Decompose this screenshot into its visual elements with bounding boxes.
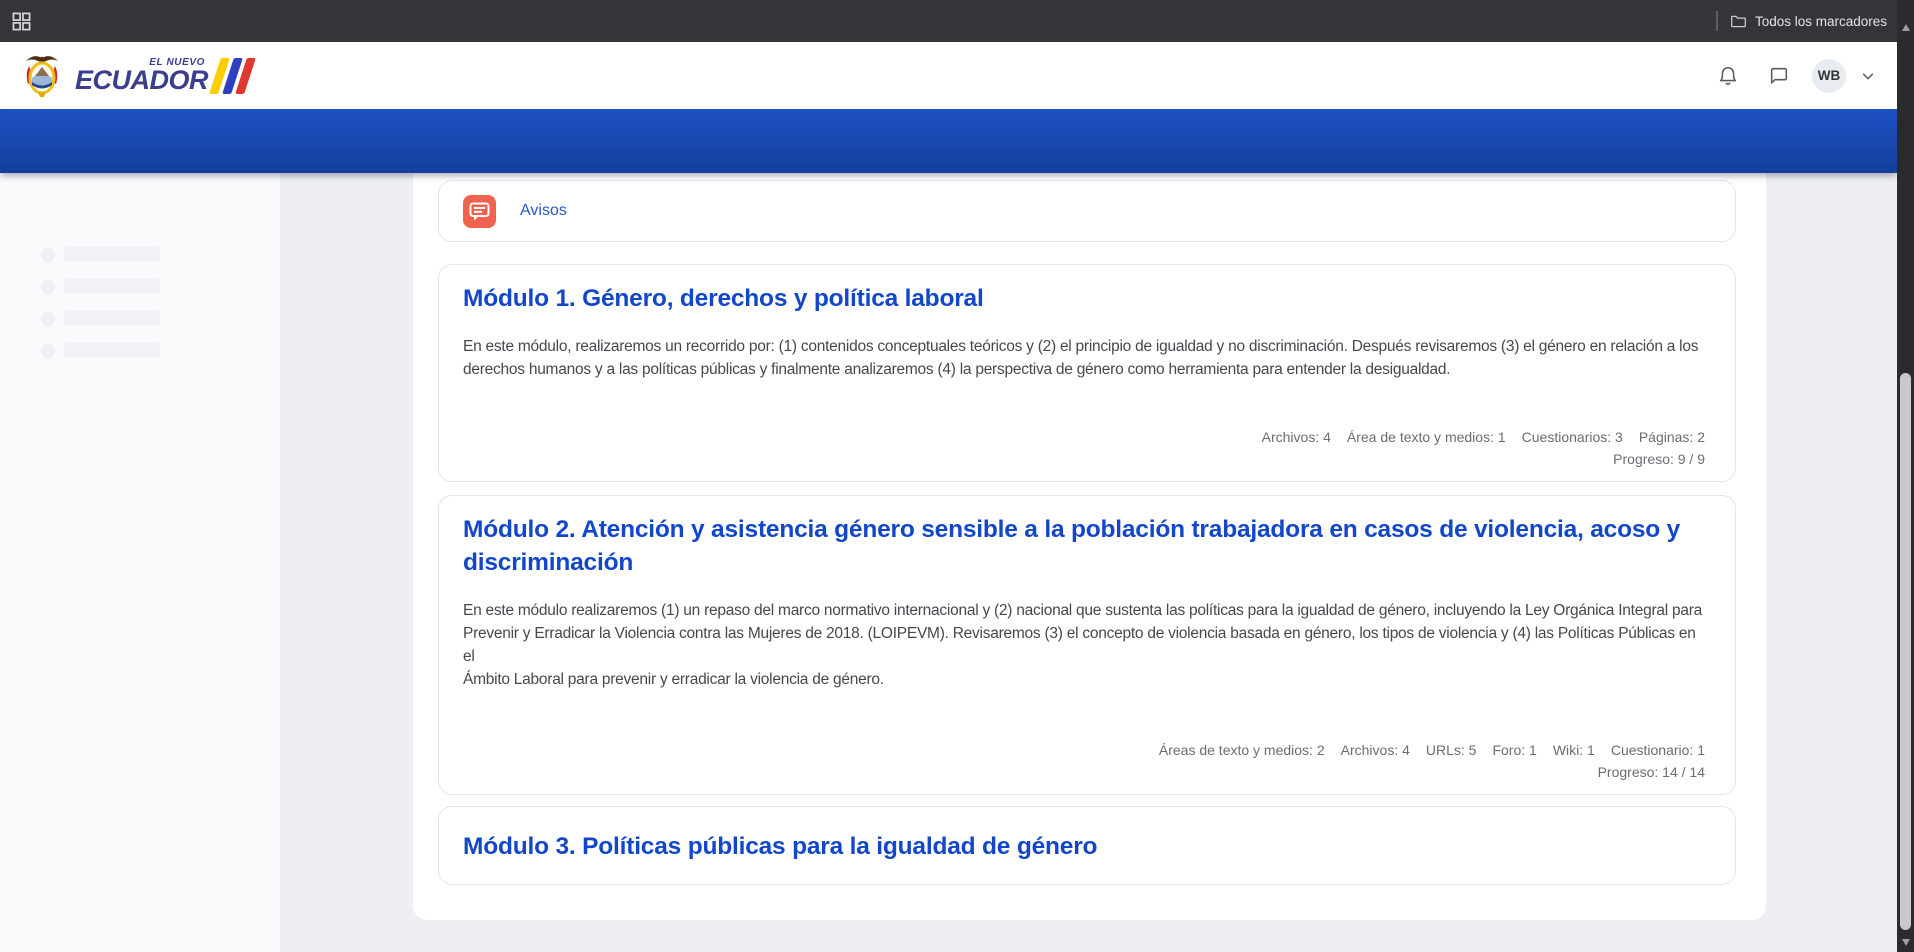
- activity-count: Wiki: 1: [1553, 742, 1595, 758]
- site-logo[interactable]: EL NUEVO ECUADOR: [22, 52, 250, 99]
- activity-count: Archivos: 4: [1262, 429, 1331, 445]
- skeleton-bar: [64, 247, 160, 262]
- activity-count: Cuestionarios: 3: [1522, 429, 1623, 445]
- module-2-progress: Progreso: 14 / 14: [463, 764, 1705, 780]
- folder-icon: [1730, 13, 1747, 30]
- announcements-link[interactable]: Avisos: [463, 195, 567, 228]
- bookmarks-bar: Todos los marcadores: [0, 0, 1897, 42]
- app-header: EL NUEVO ECUADOR WB: [0, 42, 1897, 109]
- skeleton-dot: [41, 247, 55, 263]
- notifications-bell-icon[interactable]: [1710, 58, 1746, 94]
- primary-nav-bar: [0, 109, 1897, 173]
- activity-count: Áreas de texto y medios: 2: [1159, 742, 1325, 758]
- skeleton-row: [0, 279, 280, 294]
- announcement-forum-icon: [463, 195, 496, 228]
- module-2-description: En este módulo realizaremos (1) un repas…: [463, 599, 1705, 691]
- skeleton-dot: [41, 279, 55, 295]
- module-1-title[interactable]: Módulo 1. Género, derechos y política la…: [463, 283, 1705, 316]
- module-3-title[interactable]: Módulo 3. Políticas públicas para la igu…: [463, 831, 1705, 864]
- header-actions: WB: [1710, 58, 1875, 94]
- user-menu-chevron-down-icon[interactable]: [1861, 69, 1875, 83]
- scrollbar-up-arrow[interactable]: [1902, 24, 1910, 31]
- skeleton-row: [0, 343, 280, 358]
- all-bookmarks-button[interactable]: Todos los marcadores: [1730, 13, 1887, 30]
- scrollbar-down-arrow[interactable]: [1902, 939, 1910, 946]
- module-1-description: En este módulo, realizaremos un recorrid…: [463, 335, 1705, 381]
- messages-chat-icon[interactable]: [1761, 58, 1797, 94]
- skeleton-dot: [41, 311, 55, 327]
- el-nuevo-ecuador-wordmark: EL NUEVO ECUADOR: [75, 57, 250, 94]
- course-index-drawer: [0, 173, 281, 952]
- ecuador-coat-of-arms-icon: [22, 52, 62, 99]
- announcements-card: Avisos: [438, 180, 1736, 242]
- activity-count: URLs: 5: [1426, 742, 1477, 758]
- skeleton-row: [0, 311, 280, 326]
- module-2-footer: Áreas de texto y medios: 2 Archivos: 4 URL…: [463, 742, 1705, 780]
- module-1-progress: Progreso: 9 / 9: [463, 451, 1705, 467]
- browser-scrollbar-track[interactable]: [1897, 0, 1914, 952]
- activity-count: Archivos: 4: [1341, 742, 1410, 758]
- course-content-container: Avisos Módulo 1. Género, derechos y polí…: [413, 173, 1766, 920]
- module-1-footer: Archivos: 4 Área de texto y medios: 1 Cues…: [463, 429, 1705, 467]
- logo-title: ECUADOR: [75, 67, 208, 94]
- activity-count: Páginas: 2: [1639, 429, 1705, 445]
- bookmarks-divider: [1716, 11, 1718, 31]
- all-bookmarks-label: Todos los marcadores: [1755, 14, 1887, 29]
- module-2-section-card: Módulo 2. Atención y asistencia género s…: [438, 495, 1736, 795]
- activity-count: Foro: 1: [1492, 742, 1536, 758]
- activity-count: Cuestionario: 1: [1611, 742, 1705, 758]
- module-2-activity-counts: Áreas de texto y medios: 2 Archivos: 4 URL…: [463, 742, 1705, 758]
- module-1-section-card: Módulo 1. Género, derechos y política la…: [438, 264, 1736, 482]
- skeleton-bar: [64, 279, 160, 294]
- skeleton-bar: [64, 311, 160, 326]
- skeleton-dot: [41, 343, 55, 359]
- scrollbar-thumb[interactable]: [1900, 373, 1911, 930]
- module-3-section-card: Módulo 3. Políticas públicas para la igu…: [438, 806, 1736, 885]
- module-1-activity-counts: Archivos: 4 Área de texto y medios: 1 Cues…: [463, 429, 1705, 445]
- module-2-title[interactable]: Módulo 2. Atención y asistencia género s…: [463, 514, 1705, 580]
- page-background: Avisos Módulo 1. Género, derechos y polí…: [0, 173, 1897, 952]
- user-avatar[interactable]: WB: [1812, 59, 1846, 93]
- announcements-label: Avisos: [520, 202, 567, 220]
- apps-grid-icon[interactable]: [9, 9, 33, 33]
- skeleton-bar: [64, 343, 160, 358]
- activity-count: Área de texto y medios: 1: [1347, 429, 1506, 445]
- skeleton-row: [0, 247, 280, 262]
- flag-stripes-icon: [215, 58, 250, 94]
